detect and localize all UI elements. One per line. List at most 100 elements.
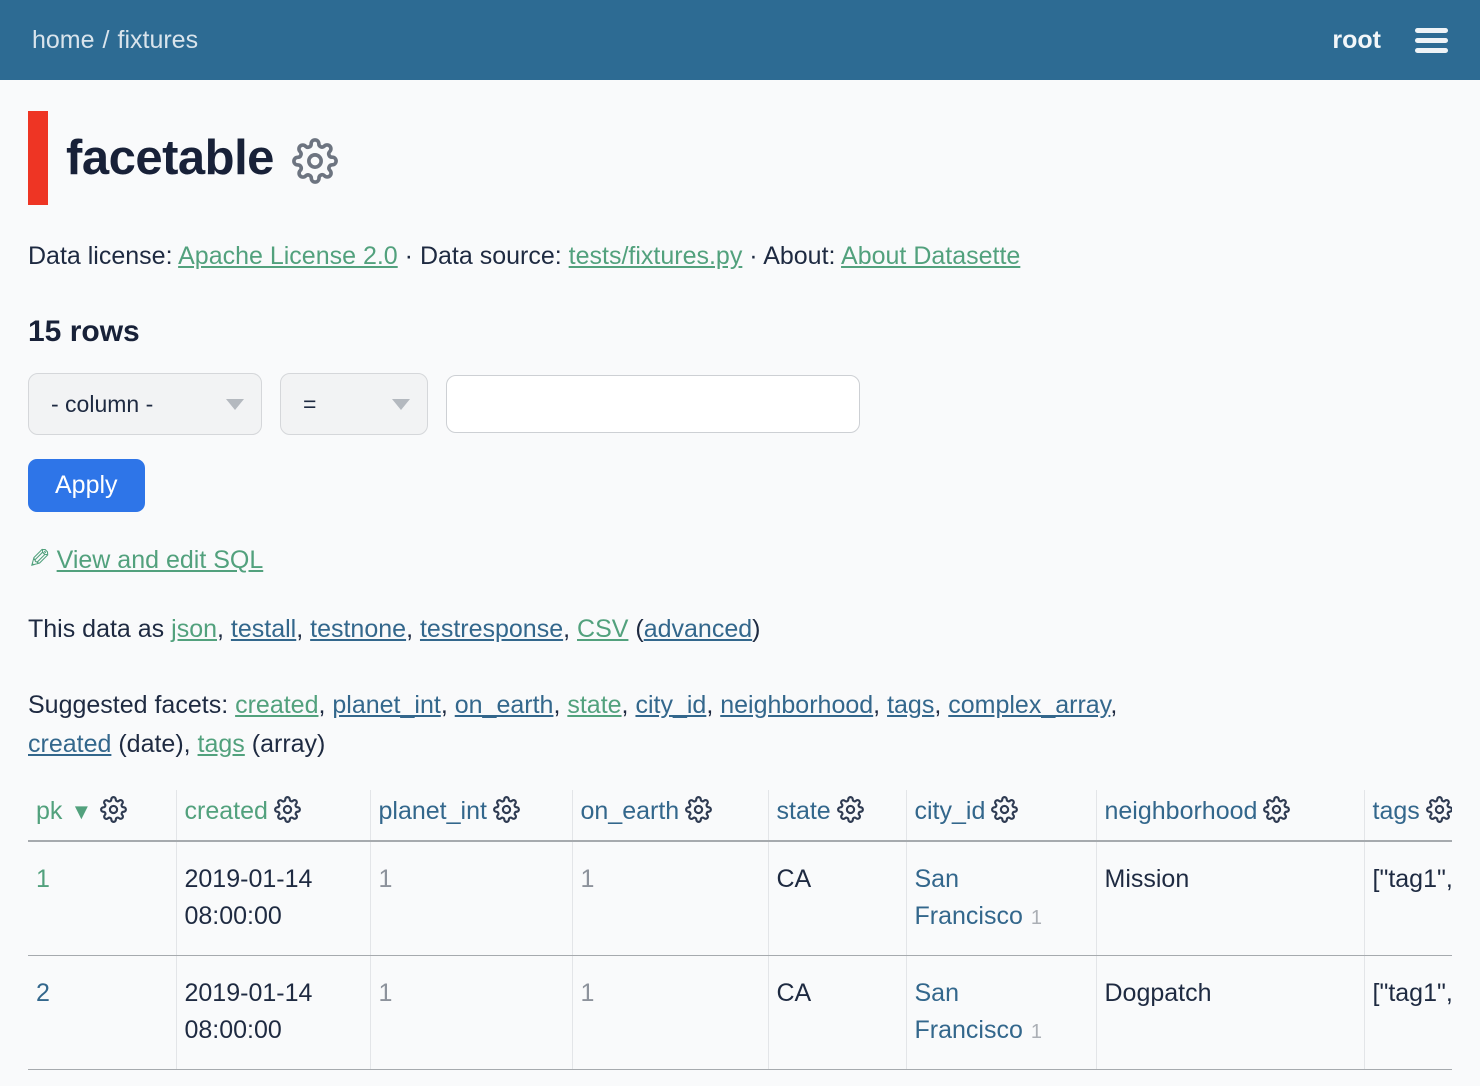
facets-prefix: Suggested facets: bbox=[28, 691, 235, 719]
cell-state: CA bbox=[768, 841, 906, 956]
column-header-pk: pk ▼ bbox=[28, 790, 176, 841]
cell-tags: ["tag1", "tag2"] bbox=[1364, 841, 1452, 956]
cell-city-id: San Francisco 1 bbox=[906, 841, 1096, 956]
row-pk-link[interactable]: 2 bbox=[36, 979, 50, 1007]
table-row: 22019-01-14 08:00:0011CASan Francisco1Do… bbox=[28, 955, 1452, 1069]
facet-link-city-id[interactable]: city_id bbox=[635, 691, 706, 719]
column-link-planet_int[interactable]: planet_int bbox=[379, 797, 487, 825]
sort-desc-icon: ▼ bbox=[64, 799, 92, 824]
column-link-created[interactable]: created bbox=[185, 797, 268, 825]
column-cog-icon[interactable] bbox=[837, 796, 864, 823]
cell-neighborhood: Mission bbox=[1096, 841, 1364, 956]
filter-value-input[interactable] bbox=[446, 375, 860, 433]
facet-link-state[interactable]: state bbox=[567, 691, 621, 719]
cell-created: 2019-01-14 08:00:00 bbox=[176, 841, 370, 956]
facet-link-on-earth[interactable]: on_earth bbox=[455, 691, 554, 719]
cell-planet-int: 1 bbox=[370, 955, 572, 1069]
cell-on-earth: 1 bbox=[572, 955, 768, 1069]
column-header-planet_int: planet_int bbox=[370, 790, 572, 841]
data-table: pk ▼ created planet_int on_earth state city_i… bbox=[28, 790, 1452, 1070]
apply-button[interactable]: Apply bbox=[28, 459, 145, 512]
cell-city-id: San Francisco 1 bbox=[906, 955, 1096, 1069]
facet-link-complex-array[interactable]: complex_array bbox=[948, 691, 1110, 719]
view-edit-sql-link[interactable]: View and edit SQL bbox=[57, 546, 264, 574]
data-table-wrap: pk ▼ created planet_int on_earth state city_i… bbox=[28, 790, 1452, 1070]
facet-link-created[interactable]: created bbox=[235, 691, 318, 719]
breadcrumb-separator: / bbox=[103, 26, 110, 54]
export-prefix: This data as bbox=[28, 615, 171, 643]
city-raw-id: 1 bbox=[1031, 907, 1042, 929]
about-link[interactable]: About Datasette bbox=[841, 242, 1020, 270]
column-header-state: state bbox=[768, 790, 906, 841]
city-raw-id: 1 bbox=[1031, 1021, 1042, 1043]
row-count: 15 rows bbox=[28, 315, 1452, 349]
column-cog-icon[interactable] bbox=[991, 796, 1018, 823]
export-link-testresponse[interactable]: testresponse bbox=[420, 615, 563, 643]
metadata-separator: · bbox=[405, 242, 413, 270]
filter-column-select[interactable]: - column - bbox=[28, 373, 262, 435]
export-link-testnone[interactable]: testnone bbox=[310, 615, 406, 643]
column-header-on_earth: on_earth bbox=[572, 790, 768, 841]
export-link-csv[interactable]: CSV bbox=[577, 615, 628, 643]
metadata-separator: · bbox=[749, 242, 757, 270]
facet-link-created[interactable]: created bbox=[28, 730, 111, 758]
filter-operator-select[interactable]: = bbox=[280, 373, 428, 435]
metadata-line: Data license: Apache License 2.0 · Data … bbox=[28, 242, 1452, 271]
sql-line: ✎View and edit SQL bbox=[28, 544, 1452, 575]
column-header-tags: tags bbox=[1364, 790, 1452, 841]
license-link[interactable]: Apache License 2.0 bbox=[178, 242, 398, 270]
city-link[interactable]: San Francisco bbox=[915, 865, 1023, 931]
suggested-facets: Suggested facets: created, planet_int, o… bbox=[28, 686, 1452, 764]
cell-pk: 1 bbox=[28, 841, 176, 956]
about-label: About: bbox=[763, 242, 835, 270]
column-link-tags[interactable]: tags bbox=[1373, 797, 1420, 825]
export-link-testall[interactable]: testall bbox=[231, 615, 296, 643]
table-cog-icon[interactable] bbox=[292, 138, 338, 184]
breadcrumb-home-link[interactable]: home bbox=[32, 26, 95, 54]
column-header-created: created bbox=[176, 790, 370, 841]
column-cog-icon[interactable] bbox=[685, 796, 712, 823]
breadcrumb: home / fixtures bbox=[32, 26, 198, 55]
export-link-json[interactable]: json bbox=[171, 615, 217, 643]
cell-tags: ["tag1", "tag3"] bbox=[1364, 955, 1452, 1069]
menu-icon[interactable] bbox=[1415, 23, 1448, 58]
cell-planet-int: 1 bbox=[370, 841, 572, 956]
pencil-icon: ✎ bbox=[28, 544, 51, 575]
city-link[interactable]: San Francisco bbox=[915, 979, 1023, 1045]
breadcrumb-database-link[interactable]: fixtures bbox=[118, 26, 199, 54]
facet-link-planet-int[interactable]: planet_int bbox=[332, 691, 440, 719]
column-link-neighborhood[interactable]: neighborhood bbox=[1105, 797, 1258, 825]
column-cog-icon[interactable] bbox=[493, 796, 520, 823]
column-cog-icon[interactable] bbox=[1426, 796, 1452, 823]
export-link-advanced[interactable]: advanced bbox=[644, 615, 752, 643]
cell-neighborhood: Dogpatch bbox=[1096, 955, 1364, 1069]
column-header-neighborhood: neighborhood bbox=[1096, 790, 1364, 841]
column-cog-icon[interactable] bbox=[100, 796, 127, 823]
export-line: This data as json, testall, testnone, te… bbox=[28, 615, 1452, 644]
filter-row: - column - = bbox=[28, 373, 1452, 435]
column-cog-icon[interactable] bbox=[1263, 796, 1290, 823]
title-accent-bar bbox=[28, 111, 48, 205]
source-link[interactable]: tests/fixtures.py bbox=[569, 242, 743, 270]
column-link-state[interactable]: state bbox=[777, 797, 831, 825]
column-link-pk[interactable]: pk bbox=[36, 797, 62, 825]
facet-link-tags[interactable]: tags bbox=[887, 691, 934, 719]
column-link-on_earth[interactable]: on_earth bbox=[581, 797, 680, 825]
column-link-city_id[interactable]: city_id bbox=[915, 797, 986, 825]
logged-in-user[interactable]: root bbox=[1332, 26, 1381, 55]
page-title: facetable bbox=[66, 130, 274, 186]
license-label: Data license: bbox=[28, 242, 173, 270]
main-content: facetable Data license: Apache License 2… bbox=[0, 108, 1480, 1070]
cell-on-earth: 1 bbox=[572, 841, 768, 956]
cell-created: 2019-01-14 08:00:00 bbox=[176, 955, 370, 1069]
column-header-city_id: city_id bbox=[906, 790, 1096, 841]
table-row: 12019-01-14 08:00:0011CASan Francisco1Mi… bbox=[28, 841, 1452, 956]
row-pk-link[interactable]: 1 bbox=[36, 865, 50, 893]
table-header-row: pk ▼ created planet_int on_earth state city_i… bbox=[28, 790, 1452, 841]
facet-link-tags[interactable]: tags bbox=[198, 730, 245, 758]
source-label: Data source: bbox=[420, 242, 562, 270]
cell-state: CA bbox=[768, 955, 906, 1069]
facet-link-neighborhood[interactable]: neighborhood bbox=[720, 691, 873, 719]
column-cog-icon[interactable] bbox=[274, 796, 301, 823]
top-nav: home / fixtures root bbox=[0, 0, 1480, 80]
